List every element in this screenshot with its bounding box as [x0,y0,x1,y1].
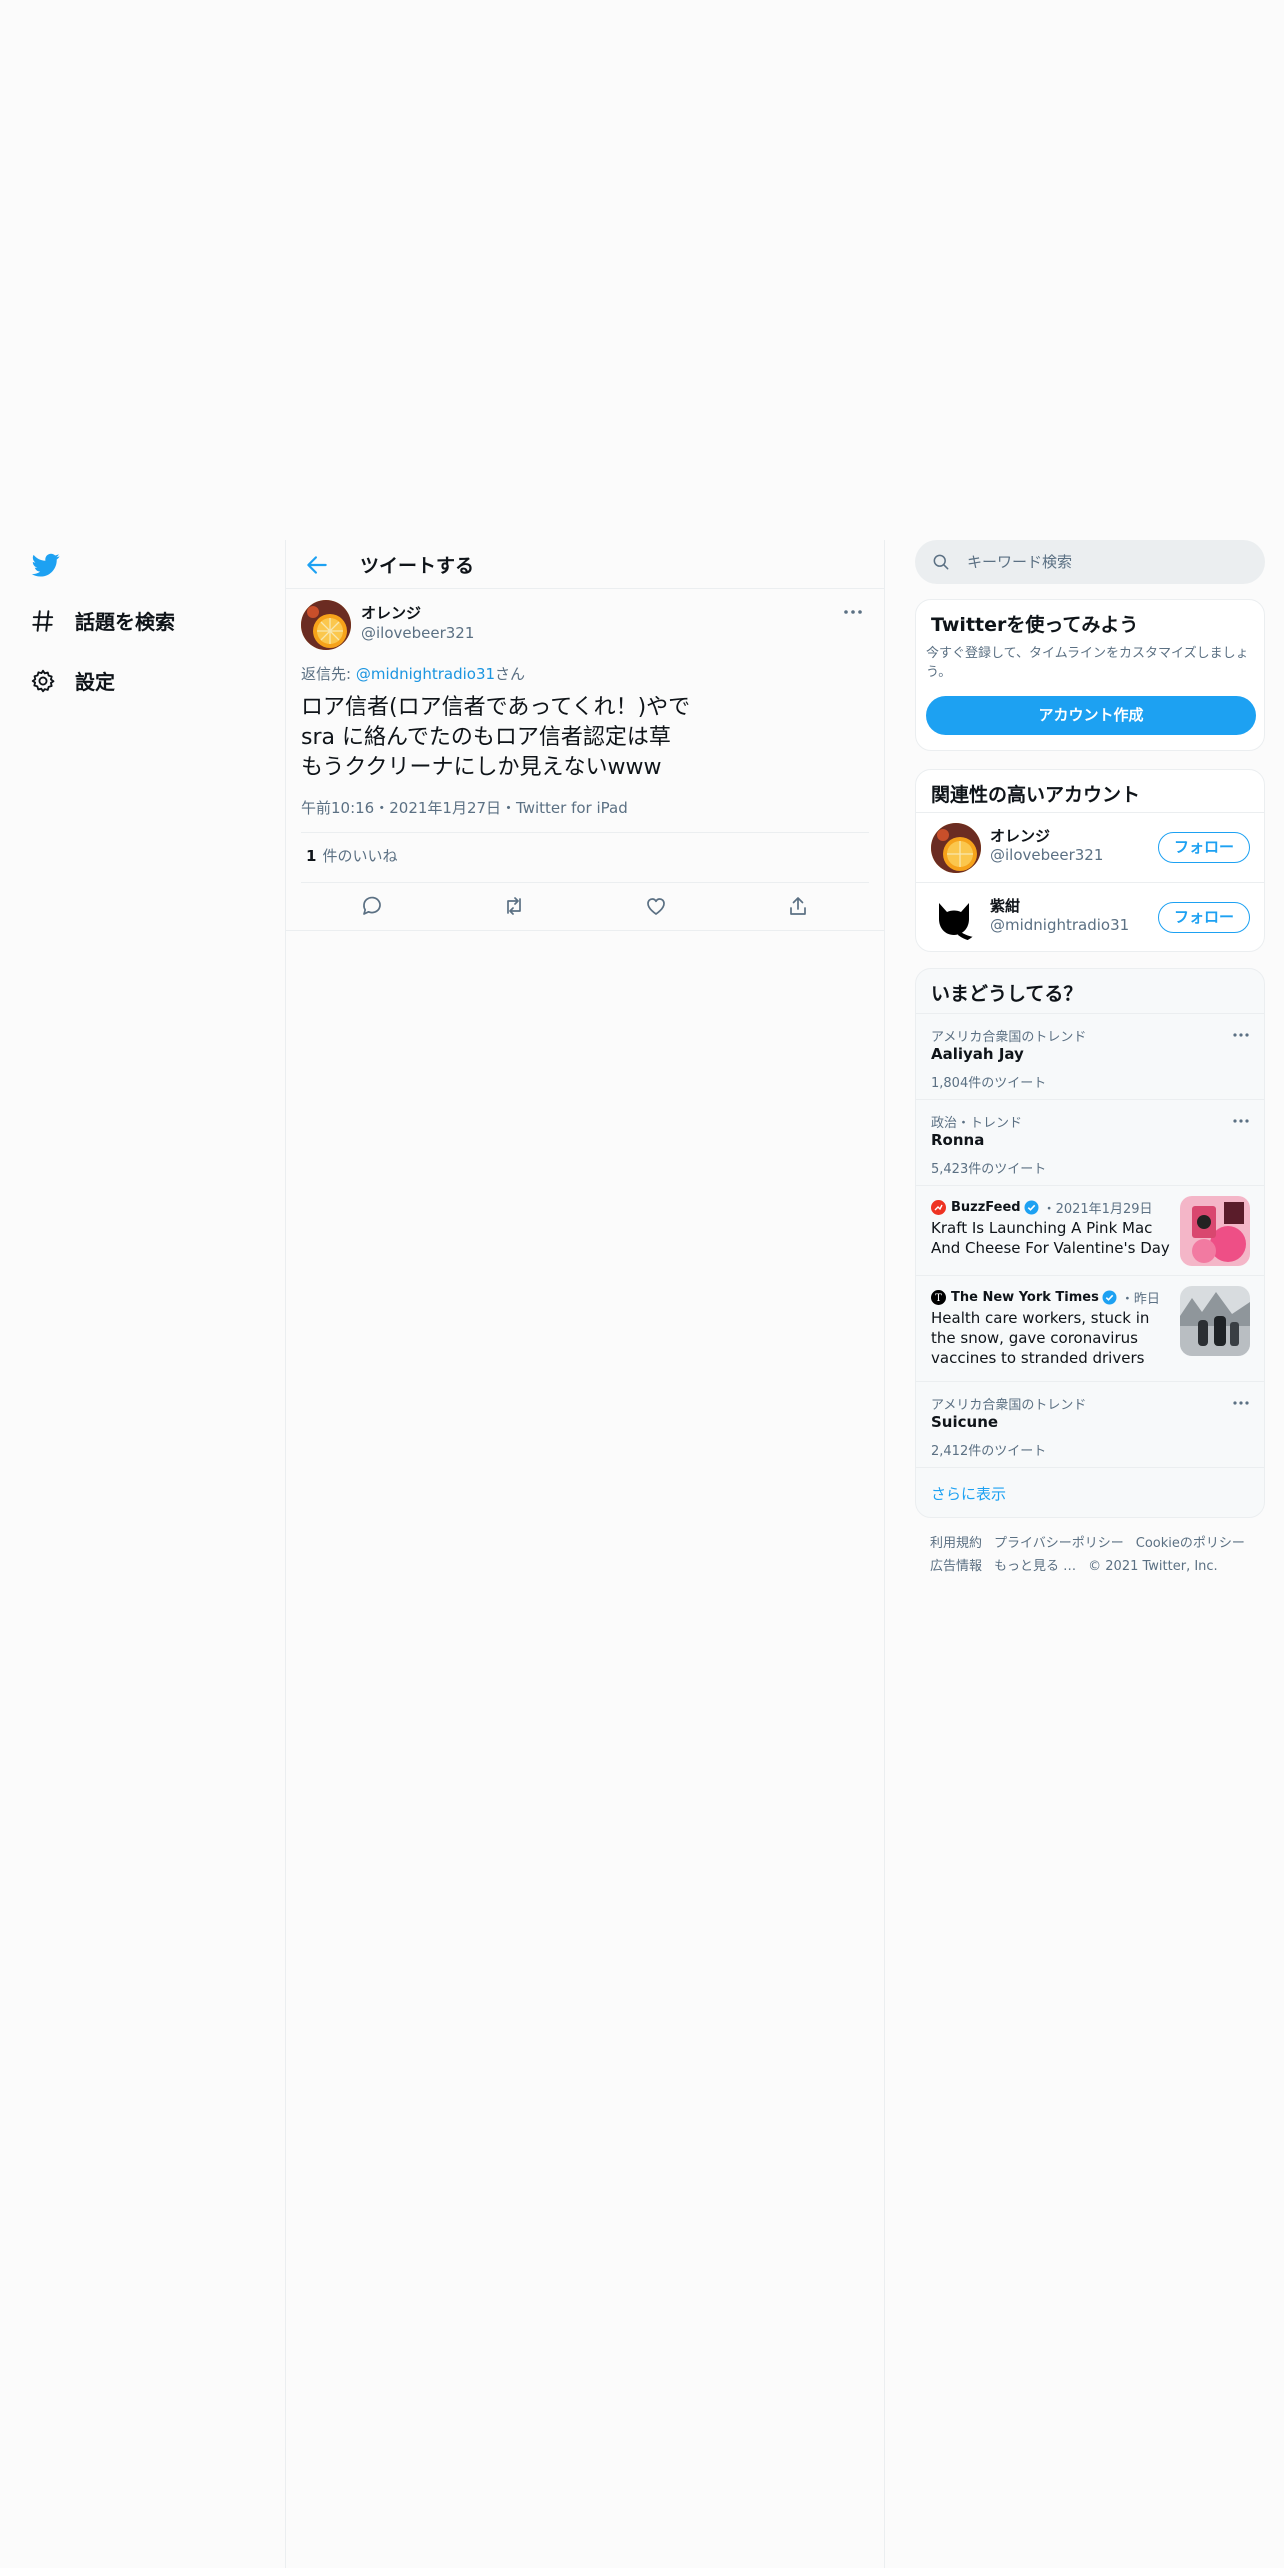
hashtag-icon [32,609,54,632]
news-time: ・2021年1月29日 [1042,1202,1153,1217]
trends-card: いまどうしてる？ アメリカ合衆国のトレンド Aaliyah Jay 1,804件… [915,968,1265,1518]
news-time: ・昨日 [1120,1292,1160,1307]
copyright: © 2021 Twitter, Inc. [1088,1559,1218,1574]
nav-settings-label: 設定 [75,670,115,694]
trend-count: 2,412件のツイート [931,1444,1047,1459]
signup-subtitle: 今すぐ登録して、タイムラインをカスタマイズしましょう。 [926,646,1249,680]
search-bar[interactable] [915,540,1265,584]
news-headline: Health care workers, stuck in the snow, … [931,1309,1150,1367]
svg-text:T: T [935,1293,942,1304]
reply-to-suffix: さん [495,665,526,683]
tweet-timestamp[interactable]: 午前10:16・2021年1月27日・Twitter for iPad [301,797,628,818]
share-icon[interactable] [786,894,810,918]
like-count-label: 件のいいね [322,847,398,865]
news-source: T The New York Times ・昨日 [931,1288,1160,1307]
author-name[interactable]: オレンジ [361,602,421,623]
page-title: ツイートする [360,555,475,577]
trend-item[interactable]: アメリカ合衆国のトレンド Suicune 2,412件のツイート [916,1381,1264,1467]
reply-mention-link[interactable]: @midnightradio31 [356,665,495,683]
author-avatar[interactable] [301,600,351,650]
account-avatar[interactable] [931,823,981,873]
page: 話題を検索 設定 ツイートする オレンジ @ilovebeer321 返信先: … [0,0,1284,2568]
tweet-text: ロア信者(ロア信者であってくれ！)やで sra に絡んでたのもロア信者認定は草 … [301,695,691,780]
retweet-icon[interactable] [502,894,526,918]
more-options-icon[interactable] [1231,1114,1251,1128]
relevant-accounts-card: 関連性の高いアカウント オレンジ @ilovebeer321 フォロー 紫紺 @… [915,769,1265,952]
trend-context: アメリカ合衆国のトレンド [931,1030,1087,1045]
orange-image [931,823,981,873]
trend-title: Ronna [931,1131,985,1149]
divider [286,930,884,931]
trend-count: 5,423件のツイート [931,1162,1047,1177]
signup-title: Twitterを使ってみよう [931,614,1139,636]
more-options-icon[interactable] [841,604,865,620]
nav-explore[interactable]: 話題を検索 [30,606,175,635]
trends-title: いまどうしてる？ [931,983,1083,1005]
follow-button[interactable]: フォロー [1158,902,1250,933]
divider [301,882,869,883]
buzzfeed-logo-icon [931,1200,946,1215]
reply-to-line: 返信先: @midnightradio31さん [301,663,525,684]
account-avatar[interactable] [931,893,981,943]
show-more-row[interactable]: さらに表示 [916,1467,1264,1517]
account-name[interactable]: オレンジ [990,825,1050,846]
more-options-icon[interactable] [1231,1396,1251,1410]
snow-scene-image [1180,1286,1250,1356]
twitter-logo-icon[interactable] [30,551,62,579]
account-handle: @ilovebeer321 [990,846,1104,864]
trend-count: 1,804件のツイート [931,1076,1047,1091]
gear-icon [31,669,55,692]
footer-links: 利用規約 プライバシーポリシー Cookieのポリシー 広告情報 もっと見る … © 2… [930,1532,1260,1578]
news-thumbnail [1180,1286,1250,1356]
likes-count[interactable]: 1 件のいいね [306,845,397,866]
search-input[interactable] [967,553,1227,571]
trend-title: Suicune [931,1413,999,1431]
search-icon [933,554,949,570]
reply-to-prefix: 返信先: [301,665,356,683]
footer-link[interactable]: Cookieのポリシー [1136,1536,1245,1551]
show-more-link[interactable]: さらに表示 [931,1483,1006,1504]
author-handle[interactable]: @ilovebeer321 [361,624,474,642]
account-row[interactable]: オレンジ @ilovebeer321 フォロー [916,812,1264,882]
black-cat-image [931,893,981,943]
news-thumbnail [1180,1196,1250,1266]
more-options-icon[interactable] [1231,1028,1251,1042]
trend-title: Aaliyah Jay [931,1045,1024,1063]
account-row[interactable]: 紫紺 @midnightradio31 フォロー [916,882,1264,951]
like-count-number: 1 [306,847,317,865]
trend-context: 政治・トレンド [931,1116,1023,1131]
relevant-accounts-title: 関連性の高いアカウント [931,784,1141,806]
reply-icon[interactable] [360,894,384,918]
news-publisher: The New York Times [951,1290,1099,1305]
divider [301,832,869,833]
news-publisher: BuzzFeed [951,1200,1021,1215]
tweet-column: ツイートする オレンジ @ilovebeer321 返信先: @midnight… [285,540,885,2568]
back-arrow-icon[interactable] [304,552,330,578]
verified-badge-icon [1102,1290,1117,1305]
create-account-button[interactable]: アカウント作成 [926,696,1256,735]
news-headline: Kraft Is Launching A Pink Mac And Cheese… [931,1219,1170,1257]
nav-settings[interactable]: 設定 [30,666,115,695]
follow-button[interactable]: フォロー [1158,832,1250,863]
account-name[interactable]: 紫紺 [990,895,1020,916]
signup-card: Twitterを使ってみよう 今すぐ登録して、タイムラインをカスタマイズしましょ… [915,599,1265,751]
news-item[interactable]: BuzzFeed ・2021年1月29日 Kraft Is Launching … [916,1185,1264,1275]
orange-image [301,600,351,650]
account-handle: @midnightradio31 [990,916,1130,934]
trend-item[interactable]: アメリカ合衆国のトレンド Aaliyah Jay 1,804件のツイート [916,1013,1264,1099]
trend-item[interactable]: 政治・トレンド Ronna 5,423件のツイート [916,1099,1264,1185]
nav-explore-label: 話題を検索 [75,610,175,634]
news-item[interactable]: T The New York Times ・昨日 Health care wor… [916,1275,1264,1381]
footer-link[interactable]: 広告情報 [930,1559,982,1574]
column-header: ツイートする [286,540,884,589]
nyt-logo-icon: T [931,1290,946,1305]
pink-mac-cheese-image [1180,1196,1250,1266]
news-source: BuzzFeed ・2021年1月29日 [931,1198,1153,1217]
footer-link[interactable]: もっと見る … [994,1559,1076,1574]
like-icon[interactable] [644,894,668,918]
trend-context: アメリカ合衆国のトレンド [931,1398,1087,1413]
footer-link[interactable]: 利用規約 [930,1536,982,1551]
footer-link[interactable]: プライバシーポリシー [994,1536,1124,1551]
verified-badge-icon [1024,1200,1039,1215]
